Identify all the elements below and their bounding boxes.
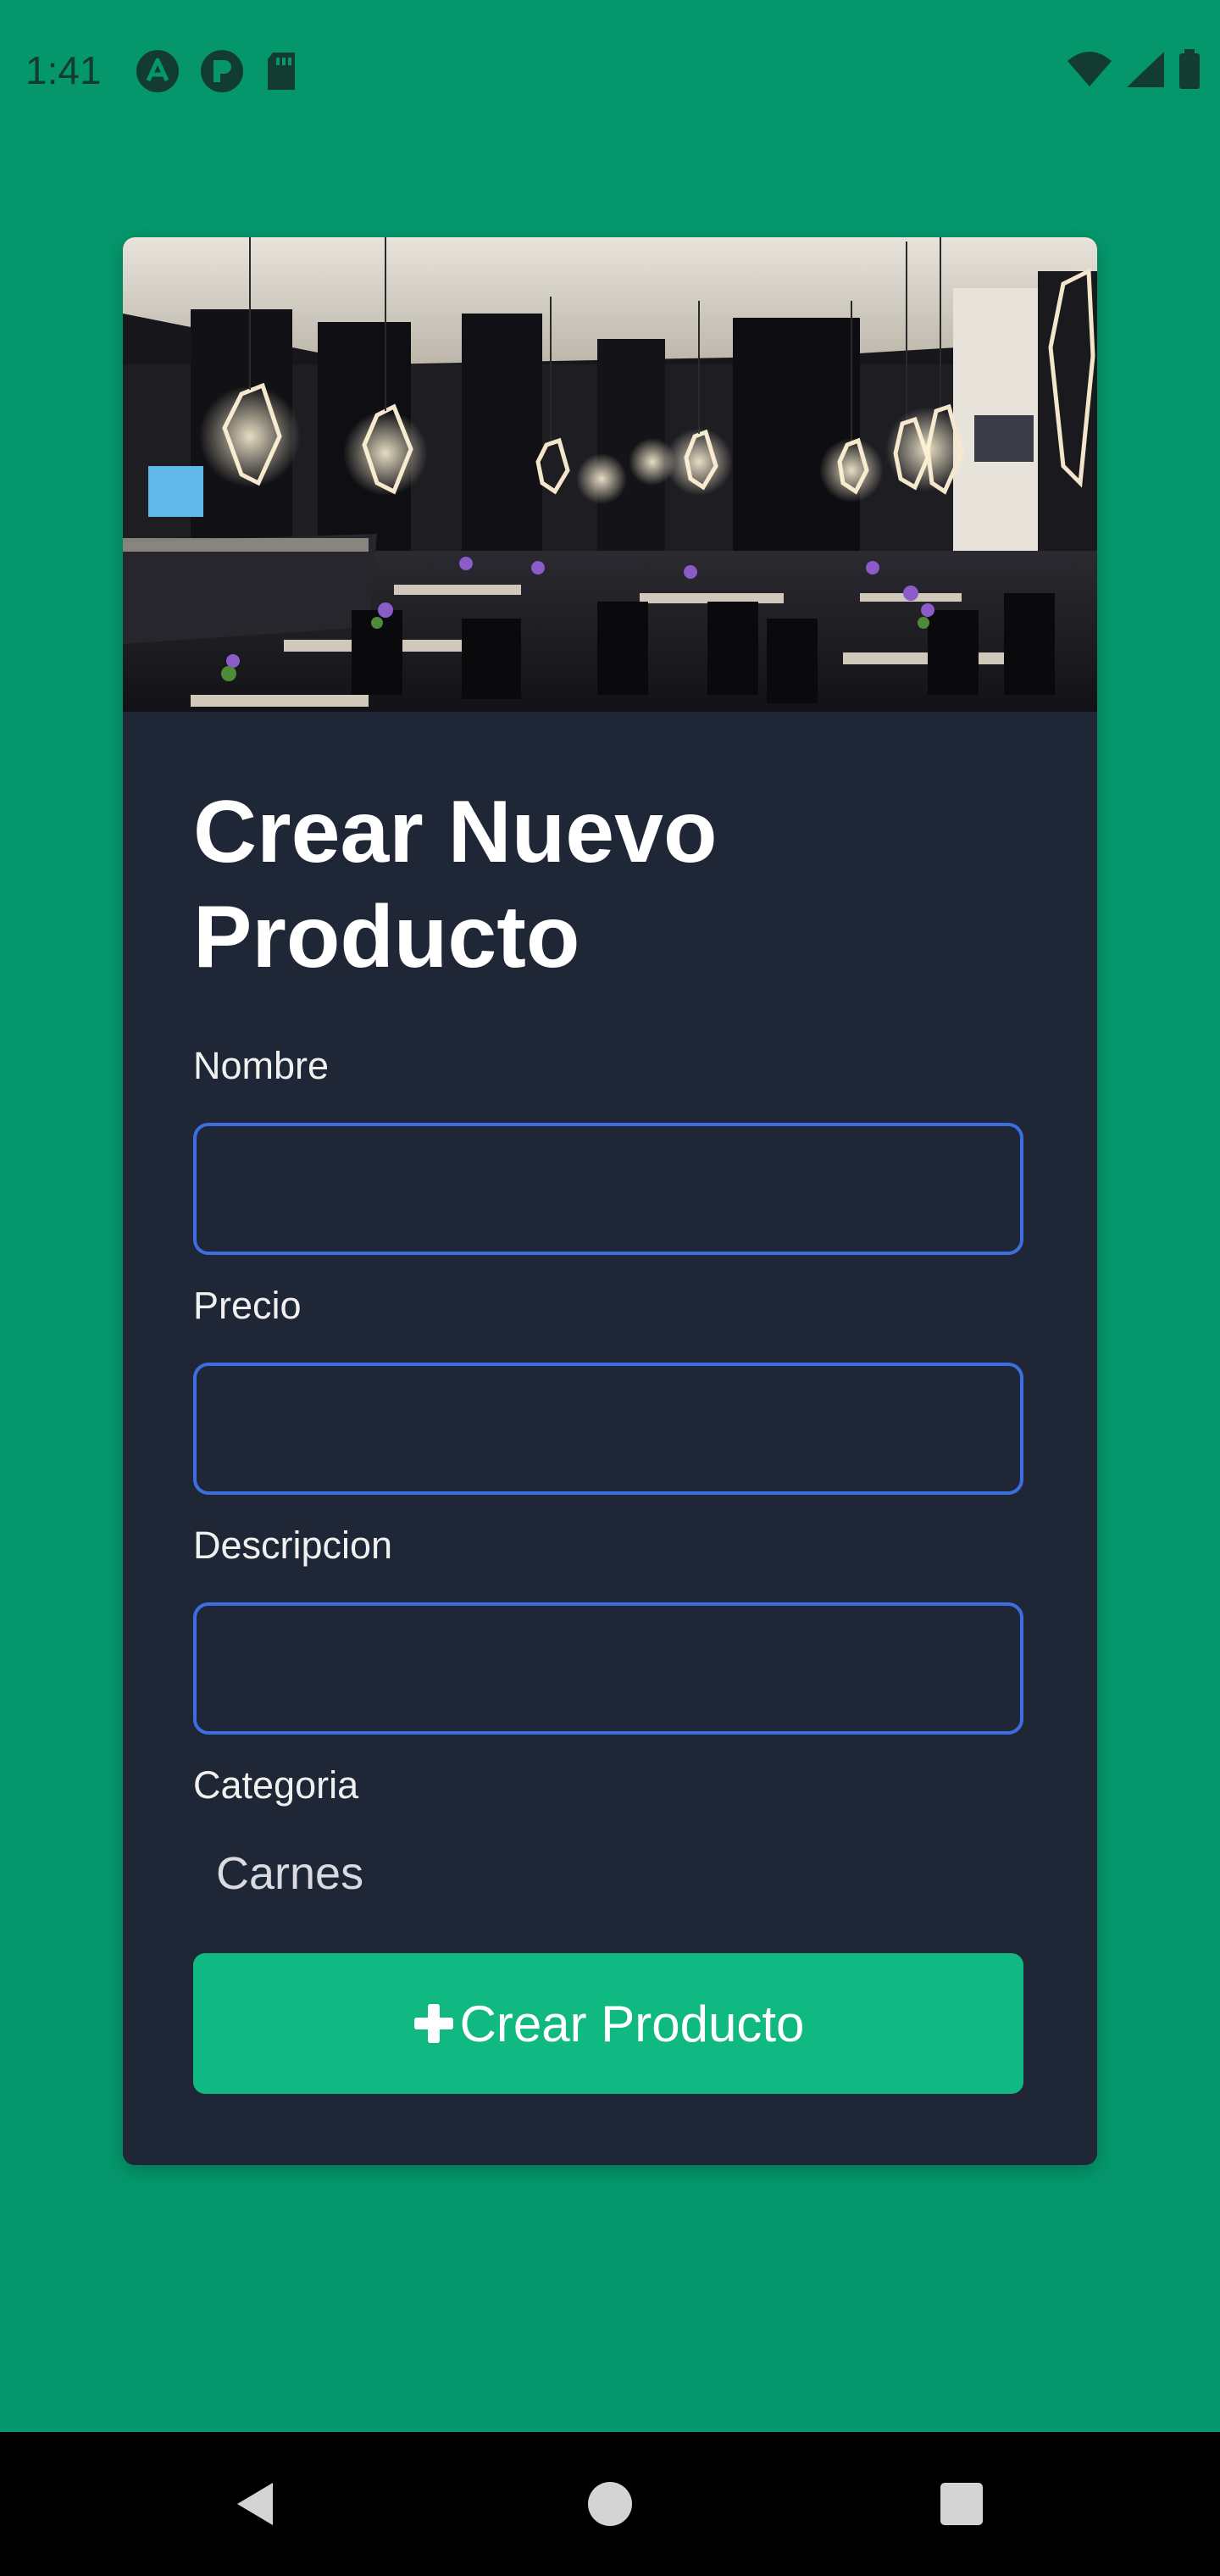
wifi-icon bbox=[1068, 52, 1112, 86]
signal-icon bbox=[1127, 52, 1164, 87]
status-bar: 1:41 bbox=[0, 0, 1220, 144]
precio-input[interactable] bbox=[193, 1363, 1023, 1495]
page-title: Crear Nuevo Producto bbox=[193, 783, 718, 986]
status-notification-icons bbox=[136, 49, 298, 93]
create-product-button-label: Crear Producto bbox=[459, 1995, 805, 2052]
a-logo-icon bbox=[136, 50, 179, 92]
recents-icon[interactable] bbox=[932, 2474, 991, 2534]
restaurant-photo-illustration bbox=[123, 237, 1097, 712]
categoria-select[interactable]: Carnes bbox=[216, 1847, 363, 1900]
status-time: 1:41 bbox=[25, 48, 102, 92]
restaurant-photo bbox=[123, 237, 1097, 712]
precio-label: Precio bbox=[193, 1284, 302, 1327]
sd-card-icon bbox=[268, 53, 295, 90]
create-product-card: Crear Nuevo Producto Nombre Precio Descr… bbox=[123, 237, 1097, 2165]
status-system-icons bbox=[1066, 49, 1201, 90]
categoria-label: Categoria bbox=[193, 1763, 359, 1807]
plus-icon bbox=[413, 2004, 453, 2043]
descripcion-input[interactable] bbox=[193, 1602, 1023, 1735]
nombre-label: Nombre bbox=[193, 1044, 330, 1087]
battery-icon bbox=[1179, 49, 1200, 89]
p-logo-icon bbox=[201, 50, 243, 92]
back-icon[interactable] bbox=[225, 2474, 285, 2534]
create-product-button[interactable]: Crear Producto bbox=[193, 1953, 1023, 2094]
descripcion-label: Descripcion bbox=[193, 1524, 393, 1567]
nombre-input[interactable] bbox=[193, 1123, 1023, 1255]
home-icon[interactable] bbox=[580, 2474, 640, 2534]
